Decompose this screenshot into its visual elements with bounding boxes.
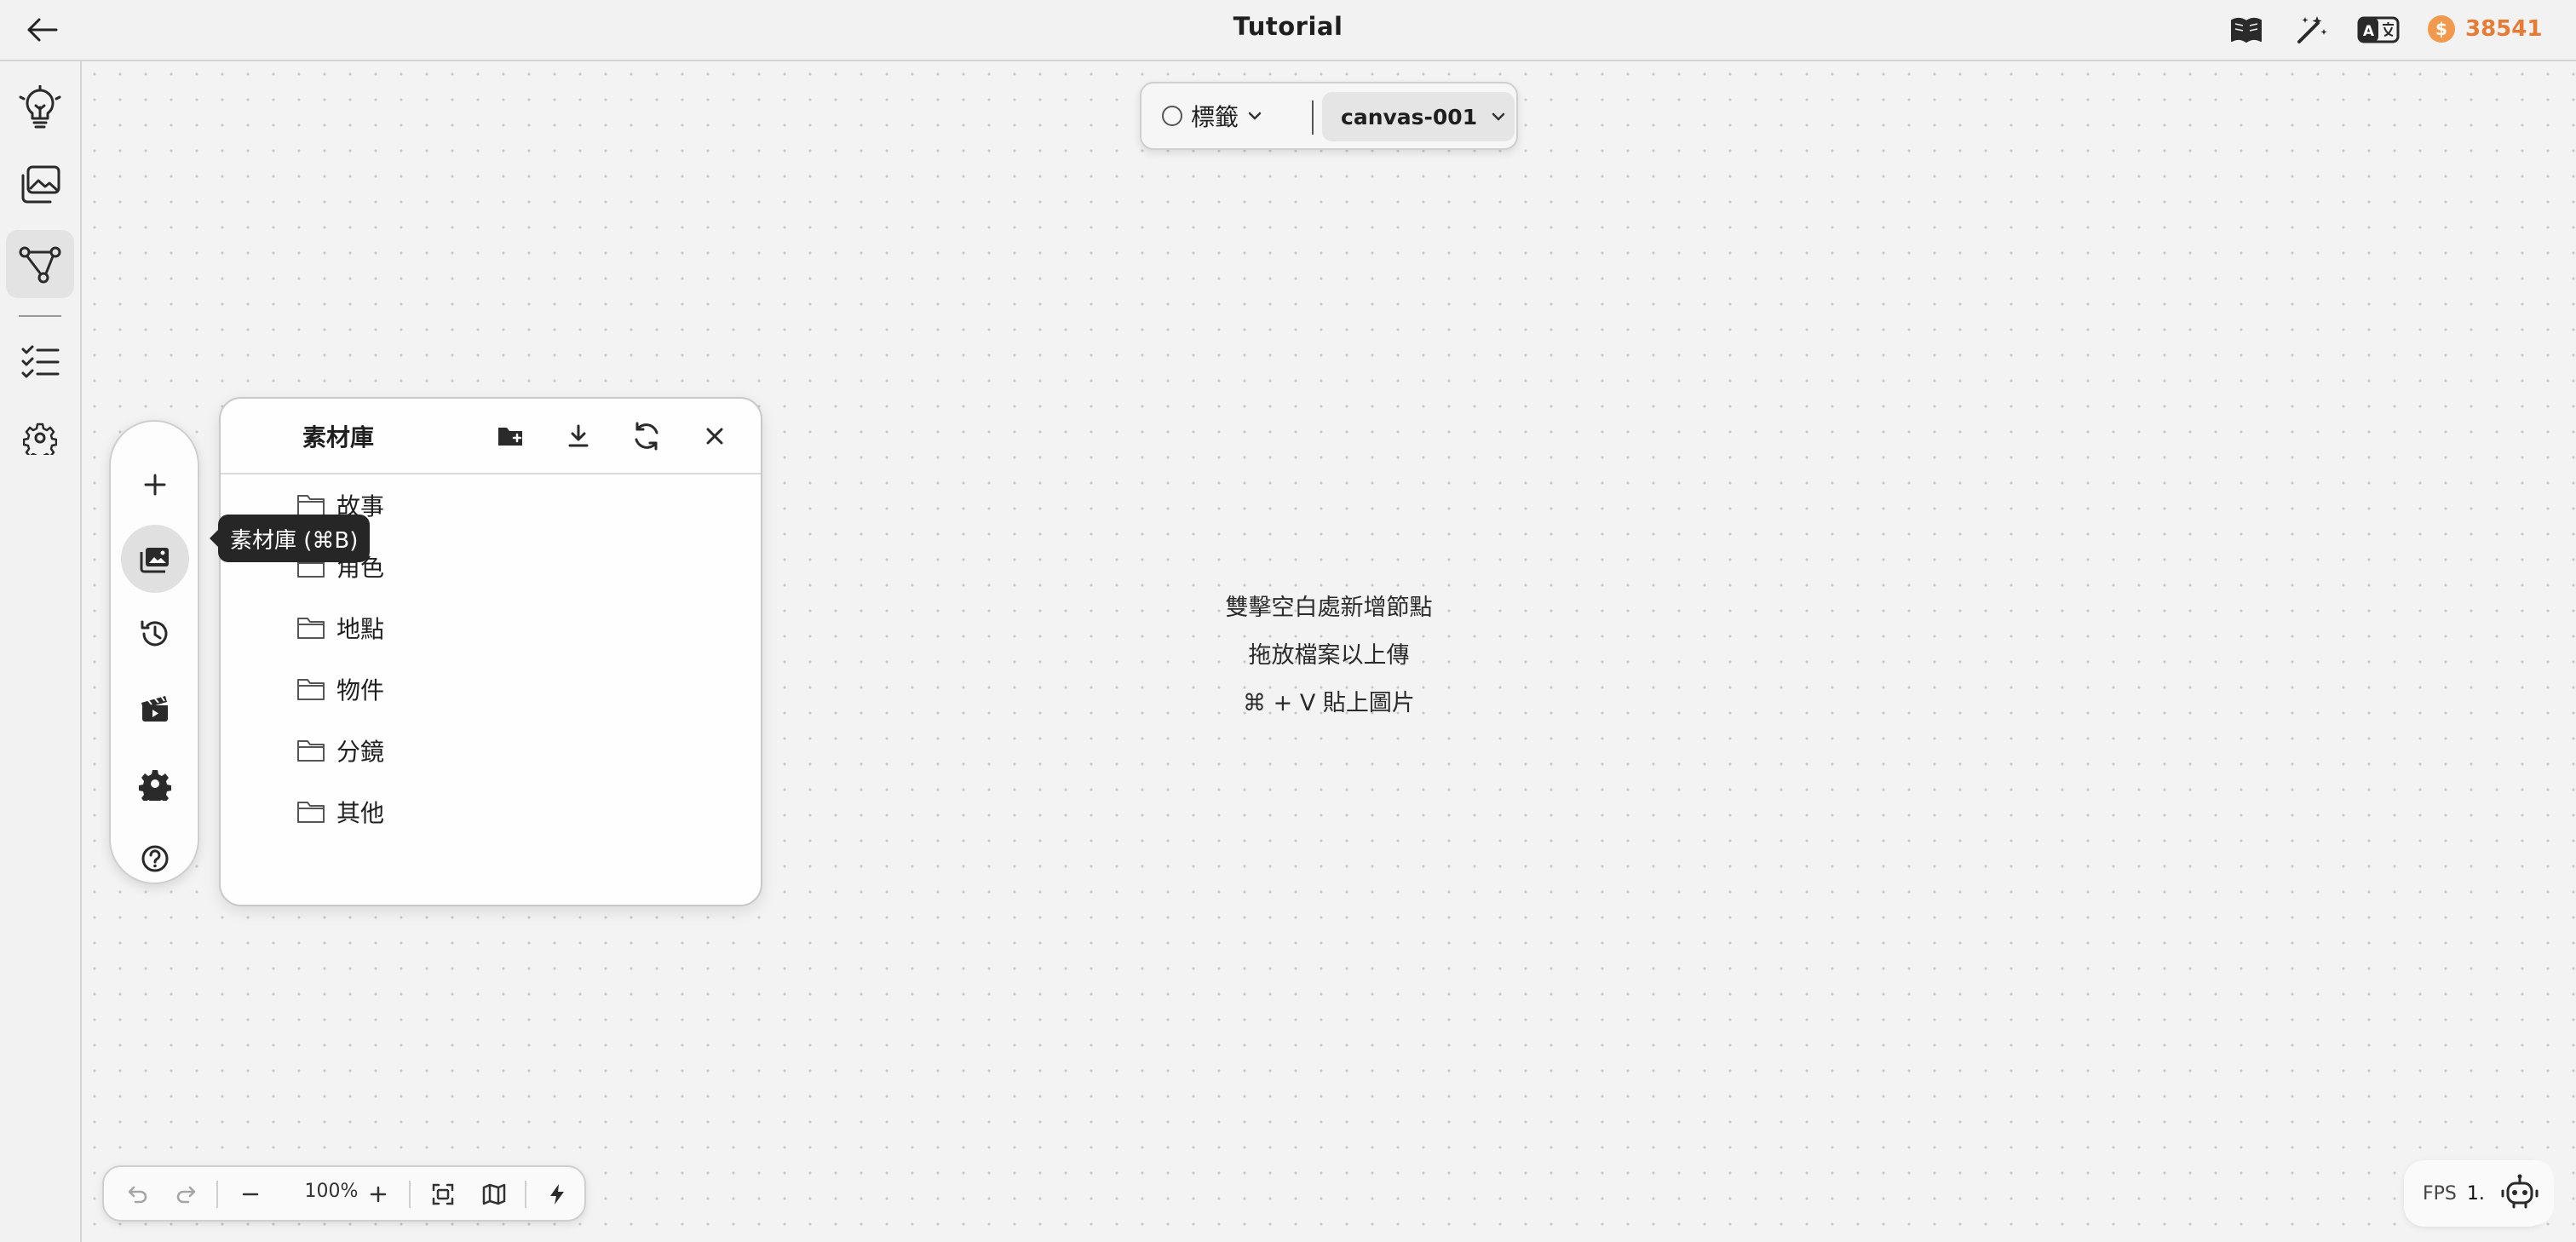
clapperboard-icon[interactable] [121, 675, 189, 743]
canvas-tool-pill [109, 420, 199, 884]
history-icon[interactable] [121, 600, 189, 668]
asset-library-panel: 素材庫 故事 角色 地點 物件 分鏡 其他 [219, 397, 762, 906]
folder-icon [296, 615, 326, 641]
folder-icon [296, 799, 326, 825]
chevron-down-icon [1247, 111, 1262, 121]
folder-icon [296, 738, 326, 763]
zoom-out-button[interactable] [232, 1176, 269, 1213]
circle-icon [1162, 106, 1182, 126]
asset-library-button[interactable] [121, 525, 189, 593]
folder-label: 其他 [336, 799, 385, 827]
credits-display[interactable]: $ 38541 [2428, 12, 2542, 46]
folder-item[interactable]: 分鏡 [296, 729, 384, 772]
toolbar-divider [525, 1181, 526, 1208]
fps-value: 1. [2466, 1182, 2485, 1205]
redo-icon[interactable] [169, 1176, 206, 1213]
fps-label: FPS [2423, 1182, 2457, 1205]
tag-label: 標籤 [1191, 103, 1239, 131]
credits-value: 38541 [2465, 16, 2543, 42]
panel-divider [221, 473, 761, 474]
workflow-icon[interactable] [6, 230, 74, 298]
book-icon[interactable] [2227, 10, 2266, 49]
folder-item[interactable]: 其他 [296, 791, 384, 833]
chevron-down-icon [1491, 112, 1506, 122]
zoom-in-button[interactable] [359, 1176, 397, 1213]
toolbar-divider [216, 1181, 218, 1208]
page-title: Tutorial [1233, 12, 1343, 41]
bottom-toolbar: 100% [102, 1165, 586, 1222]
checklist-icon[interactable] [6, 329, 74, 397]
top-bar: Tutorial A $ 38541 [0, 0, 2576, 61]
download-icon[interactable] [560, 417, 597, 455]
folder-label: 地點 [336, 615, 385, 643]
panel-title: 素材庫 [302, 423, 375, 451]
folder-item[interactable]: 物件 [296, 668, 384, 710]
robot-icon[interactable] [2486, 1160, 2554, 1225]
hint-drag-drop: 拖放檔案以上傳 [1248, 642, 1410, 669]
canvas-dropdown[interactable]: canvas-001 [1322, 92, 1515, 141]
asset-library-tooltip: 素材庫 (⌘B) [209, 515, 371, 562]
close-icon[interactable] [696, 417, 733, 455]
gallery-icon[interactable] [6, 152, 74, 220]
settings-gear-icon[interactable] [121, 750, 189, 818]
left-navigation-rail [0, 61, 82, 1242]
hint-double-click: 雙擊空白處新增節點 [1225, 595, 1433, 621]
help-icon[interactable] [121, 825, 189, 893]
toolbar-divider [409, 1181, 411, 1208]
canvas-switcher: 標籤 canvas-001 [1140, 82, 1518, 150]
new-folder-icon[interactable] [492, 417, 529, 455]
rail-divider [19, 315, 61, 317]
fit-view-icon[interactable] [424, 1176, 462, 1213]
lightbulb-icon[interactable] [6, 75, 74, 143]
folder-label: 分鏡 [336, 738, 385, 766]
minimap-icon[interactable] [475, 1176, 513, 1213]
undo-icon[interactable] [118, 1176, 155, 1213]
back-arrow-icon[interactable] [22, 13, 61, 47]
coin-icon: $ [2428, 15, 2455, 43]
svg-text:A: A [2363, 23, 2375, 40]
gear-icon[interactable] [6, 404, 74, 472]
lightning-icon[interactable] [538, 1176, 576, 1213]
folder-label: 物件 [336, 676, 385, 704]
folder-item[interactable]: 地點 [296, 607, 384, 649]
canvas-name: canvas-001 [1341, 104, 1478, 129]
divider [1312, 101, 1314, 135]
folder-icon [296, 676, 326, 702]
refresh-icon[interactable] [628, 417, 665, 455]
translate-icon[interactable]: A [2356, 10, 2401, 49]
tag-dropdown[interactable]: 標籤 [1162, 97, 1262, 135]
add-node-button[interactable] [121, 451, 189, 519]
canvas-hints: 雙擊空白處新增節點 拖放檔案以上傳 ⌘ + V 貼上圖片 [1159, 584, 1499, 727]
hint-paste: ⌘ + V 貼上圖片 [1243, 690, 1415, 716]
wand-icon[interactable] [2291, 10, 2331, 49]
